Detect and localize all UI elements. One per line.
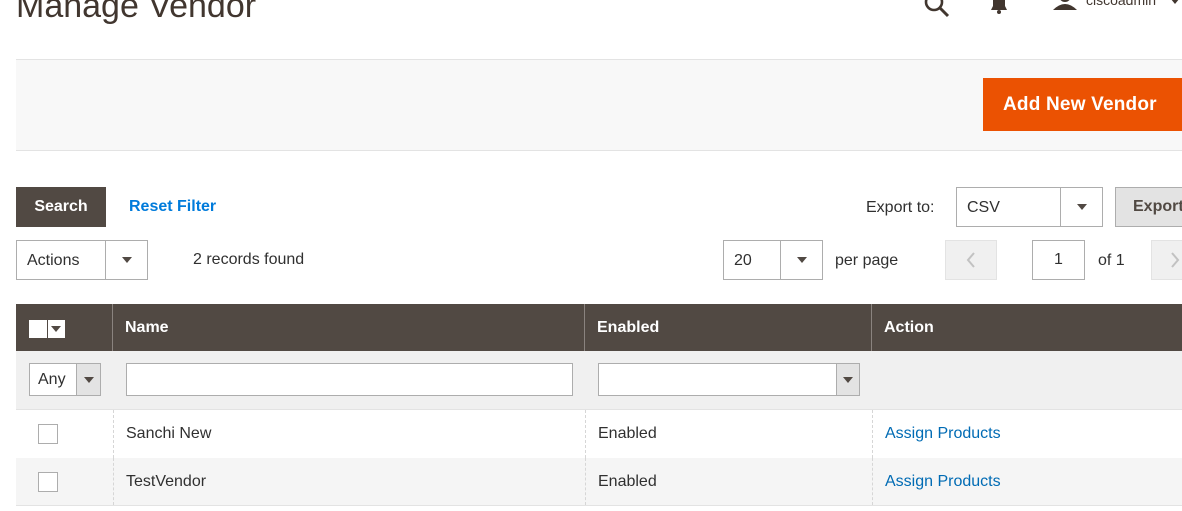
chevron-down-icon: [76, 364, 100, 395]
mass-select-checkbox[interactable]: [29, 320, 65, 338]
column-header-action: Action: [884, 319, 934, 336]
assign-products-link[interactable]: Assign Products: [885, 410, 1001, 458]
chevron-left-icon: [966, 252, 975, 268]
table-row[interactable]: Sanchi New Enabled Assign Products: [16, 410, 1182, 458]
table-row[interactable]: TestVendor Enabled Assign Products: [16, 458, 1182, 506]
row-checkbox[interactable]: [38, 424, 58, 444]
user-icon[interactable]: [1052, 0, 1078, 12]
previous-page-button[interactable]: [945, 240, 997, 280]
chevron-down-icon: [105, 241, 147, 279]
column-divider: [585, 410, 586, 458]
column-header-enabled[interactable]: Enabled: [585, 304, 872, 351]
chevron-down-icon: [1060, 188, 1102, 226]
search-button[interactable]: Search: [16, 187, 106, 227]
row-checkbox[interactable]: [38, 472, 58, 492]
assign-products-link[interactable]: Assign Products: [885, 458, 1001, 506]
page-total-label: of 1: [1098, 252, 1125, 269]
column-divider: [872, 410, 873, 458]
vendor-enabled: Enabled: [598, 425, 657, 442]
chevron-down-icon[interactable]: [51, 326, 61, 332]
next-page-button[interactable]: [1151, 240, 1182, 280]
header-mass-select[interactable]: [16, 304, 113, 351]
vendor-name: TestVendor: [126, 473, 207, 490]
export-to-label: Export to:: [866, 199, 935, 216]
column-divider: [872, 458, 873, 505]
column-header-name[interactable]: Name: [113, 304, 585, 351]
grid-filter-row: Any: [16, 351, 1182, 410]
chevron-down-icon: [836, 364, 859, 395]
export-format-select[interactable]: CSV: [956, 187, 1103, 227]
reset-filter-link[interactable]: Reset Filter: [129, 198, 216, 216]
search-icon[interactable]: [924, 0, 950, 18]
name-filter-input[interactable]: [126, 363, 573, 396]
chevron-down-icon[interactable]: [1168, 0, 1182, 6]
page-number-input[interactable]: 1: [1032, 240, 1085, 280]
per-page-value: 20: [734, 252, 752, 269]
admin-username[interactable]: ciscoadmin: [1086, 0, 1156, 8]
grid-header-row: Name Enabled Action: [16, 304, 1182, 351]
bell-icon[interactable]: [987, 0, 1011, 14]
per-page-select[interactable]: 20: [723, 240, 823, 280]
mass-select-box[interactable]: [29, 320, 48, 338]
page-title: Manage Vendor: [16, 0, 257, 25]
column-divider: [113, 458, 114, 505]
mass-actions-select[interactable]: Actions: [16, 240, 148, 280]
checkbox-filter-value: Any: [38, 371, 66, 388]
export-button[interactable]: Export: [1115, 187, 1182, 227]
enabled-filter-select[interactable]: [598, 363, 860, 396]
records-found-count: 2 records found: [193, 251, 305, 268]
column-divider: [585, 458, 586, 505]
add-new-vendor-button[interactable]: Add New Vendor: [983, 78, 1182, 131]
vendor-name: Sanchi New: [126, 425, 212, 442]
mass-actions-value: Actions: [27, 252, 80, 269]
per-page-label: per page: [835, 252, 899, 269]
chevron-down-icon: [780, 241, 822, 279]
checkbox-filter-select[interactable]: Any: [29, 363, 101, 396]
vendor-enabled: Enabled: [598, 473, 657, 490]
chevron-right-icon: [1171, 252, 1180, 268]
export-format-value: CSV: [967, 199, 1000, 216]
column-divider: [113, 410, 114, 458]
